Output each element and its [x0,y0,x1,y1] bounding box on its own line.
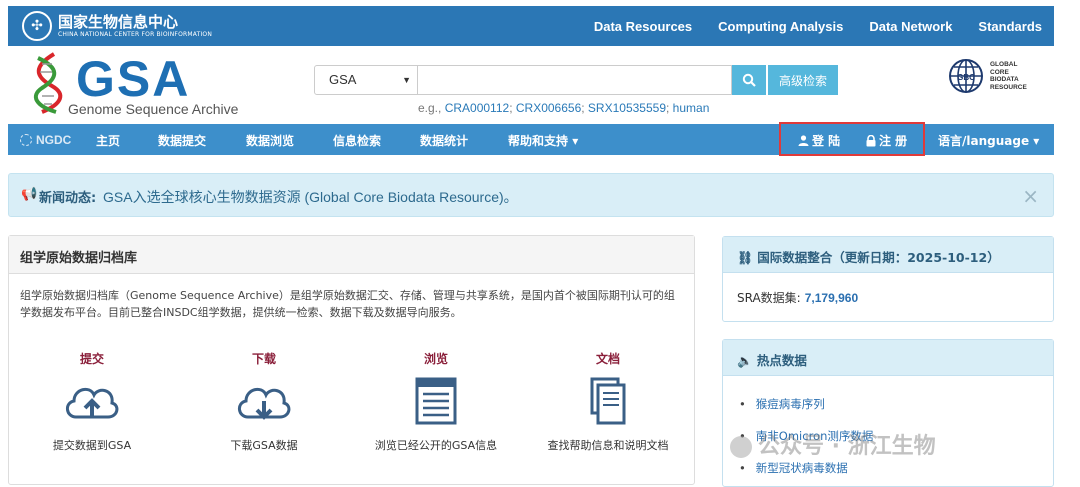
gsa-subtitle: Genome Sequence Archive [68,101,239,117]
database-select[interactable]: GSA ▼ [314,65,418,95]
search-button[interactable] [732,65,766,95]
hot-data-title-text: 热点数据 [756,353,807,368]
watermark: 公众号 · 浙江生物 [730,428,936,460]
logo-chinese-name: 国家生物信息中心 [58,12,179,31]
feature-desc: 下载GSA数据 [230,439,298,452]
sitemap-icon: ⛓ [737,250,758,265]
caret-down-icon: ▾ [568,134,579,148]
menu-computing-analysis[interactable]: Computing Analysis [718,19,843,34]
caret-down-icon: ▾ [1029,134,1040,148]
gcbr-line: BIODATA [990,76,1019,83]
ngdc-brand[interactable]: NGDC [20,133,71,147]
gcbr-line: CORE [990,68,1009,76]
example-link[interactable]: human [673,101,710,115]
ngdc-label: NGDC [36,132,72,147]
menu-data-network[interactable]: Data Network [869,19,952,34]
integration-panel: ⛓ 国际数据整合（更新日期：2025-10-12） SRA数据集: 7,179,9… [722,236,1054,322]
nav-item-submit[interactable]: 数据提交 [158,132,206,149]
documents-icon [590,377,626,425]
watermark-text: 公众号 · 浙江生物 [758,434,936,459]
nav-help-label: 帮助和支持 [508,134,569,148]
feature-submit[interactable]: 提交 提交数据到GSA [17,350,167,453]
hot-item[interactable]: • 新型冠状病毒数据 [739,460,848,476]
site-header: GSA Genome Sequence Archive GSA ▼ 高级检索 e… [8,46,1054,124]
register-link[interactable]: 注 册 [866,132,907,149]
menu-standards[interactable]: Standards [978,19,1042,34]
globe-icon: GBC [949,59,983,93]
gcbr-logo[interactable]: GBC GLOBAL CORE BIODATA RESOURCE [948,58,1027,94]
download-cloud-icon [238,387,291,420]
nav-item-help[interactable]: 帮助和支持 ▾ [508,132,578,149]
feature-title: 浏览 [423,352,448,366]
user-icon [798,135,809,146]
news-text[interactable]: GSA入选全球核心生物数据资源 (Global Core Biodata Res… [103,187,518,207]
hot-item[interactable]: • 猴痘病毒序列 [739,396,825,412]
lock-icon [866,134,876,146]
panel-description: 组学原始数据归档库（Genome Sequence Archive）是组学原始数… [20,289,675,319]
register-label: 注 册 [879,134,908,148]
menu-data-resources[interactable]: Data Resources [594,19,692,34]
gcbr-text: GLOBAL CORE BIODATA RESOURCE [990,61,1027,91]
integration-title-text: 国际数据整合（更新日期：2025-10-12） [757,250,1000,265]
upload-cloud-icon [66,387,119,419]
cncb-emblem-icon: ✣ [22,11,52,41]
search-input[interactable] [418,65,732,95]
feature-title: 文档 [595,352,620,366]
wechat-icon [730,436,752,458]
example-link[interactable]: CRX006656 [516,101,581,115]
nav-item-statistics[interactable]: 数据统计 [420,132,468,149]
sra-label: SRA数据集: [737,291,801,305]
news-label: 新闻动态: [39,191,97,206]
logo-english-name: CHINA NATIONAL CENTER FOR BIOINFORMATION [58,30,213,38]
gcbr-line: RESOURCE [990,83,1027,91]
main-nav: NGDC 主页 数据提交 数据浏览 信息检索 数据统计 帮助和支持 ▾ 登 陆 … [8,122,1054,156]
feature-title: 提交 [79,352,104,366]
feature-desc: 浏览已经公开的GSA信息 [374,439,498,452]
panel-title: 组学原始数据归档库 [9,236,694,274]
gsa-wordmark: GSA [76,51,191,107]
examples-prefix: e.g., [418,101,445,115]
integration-body: SRA数据集: 7,179,960 [723,273,1053,306]
news-alert: 📢 新闻动态: GSA入选全球核心生物数据资源 (Global Core Bio… [8,173,1054,217]
language-dropdown[interactable]: 语言/language ▾ [938,132,1039,149]
dna-helix-icon [33,52,63,114]
hot-item-label: 新型冠状病毒数据 [755,461,848,475]
feature-desc: 提交数据到GSA [52,439,132,452]
nav-item-search[interactable]: 信息检索 [333,132,381,149]
feature-desc: 查找帮助信息和说明文档 [547,439,669,452]
ngdc-logo-icon [20,133,32,146]
hot-data-panel: 🔈 热点数据 • 猴痘病毒序列 • 南非Omicron测序数据 • 新型冠状病毒数据 [722,339,1054,487]
feature-docs[interactable]: 文档 查找帮助信息和说明文档 [533,350,683,453]
archive-panel: 组学原始数据归档库 组学原始数据归档库（Genome Sequence Arch… [8,235,695,485]
search-icon [742,73,756,87]
chevron-down-icon: ▼ [402,75,411,85]
browse-list-icon [415,377,457,425]
feature-title: 下载 [251,352,276,366]
gcbr-line: GLOBAL [990,61,1018,68]
language-label: 语言/language [938,134,1030,148]
feature-download[interactable]: 下载 下载GSA数据 [189,350,339,453]
sra-count[interactable]: 7,179,960 [805,291,858,305]
top-bar: ✣ 国家生物信息中心 CHINA NATIONAL CENTER FOR BIO… [8,6,1054,46]
hot-item-label: 猴痘病毒序列 [755,397,825,411]
cncb-logo[interactable]: ✣ 国家生物信息中心 CHINA NATIONAL CENTER FOR BIO… [22,11,212,41]
integration-title: ⛓ 国际数据整合（更新日期：2025-10-12） [723,237,1053,273]
advanced-search-button[interactable]: 高级检索 [768,65,838,95]
megaphone-icon: 📢 [21,187,38,202]
gcbr-badge: GBC [957,73,975,82]
speaker-icon: 🔈 [737,353,757,368]
nav-item-browse[interactable]: 数据浏览 [246,132,294,149]
example-link[interactable]: CRA000112 [445,101,510,115]
top-menu: Data Resources Computing Analysis Data N… [568,6,1042,46]
example-link[interactable]: SRX10535559 [588,101,666,115]
database-select-value: GSA [329,72,357,87]
nav-item-home[interactable]: 主页 [96,132,120,149]
feature-browse[interactable]: 浏览 浏览已经公开的GSA信息 [361,350,511,453]
gsa-logo[interactable]: GSA Genome Sequence Archive [28,51,243,120]
login-label: 登 陆 [812,134,841,148]
close-icon[interactable]: × [1022,184,1039,208]
login-link[interactable]: 登 陆 [798,132,840,149]
hot-data-title: 🔈 热点数据 [723,340,1053,376]
search-examples: e.g., CRA000112; CRX006656; SRX10535559;… [418,101,710,115]
